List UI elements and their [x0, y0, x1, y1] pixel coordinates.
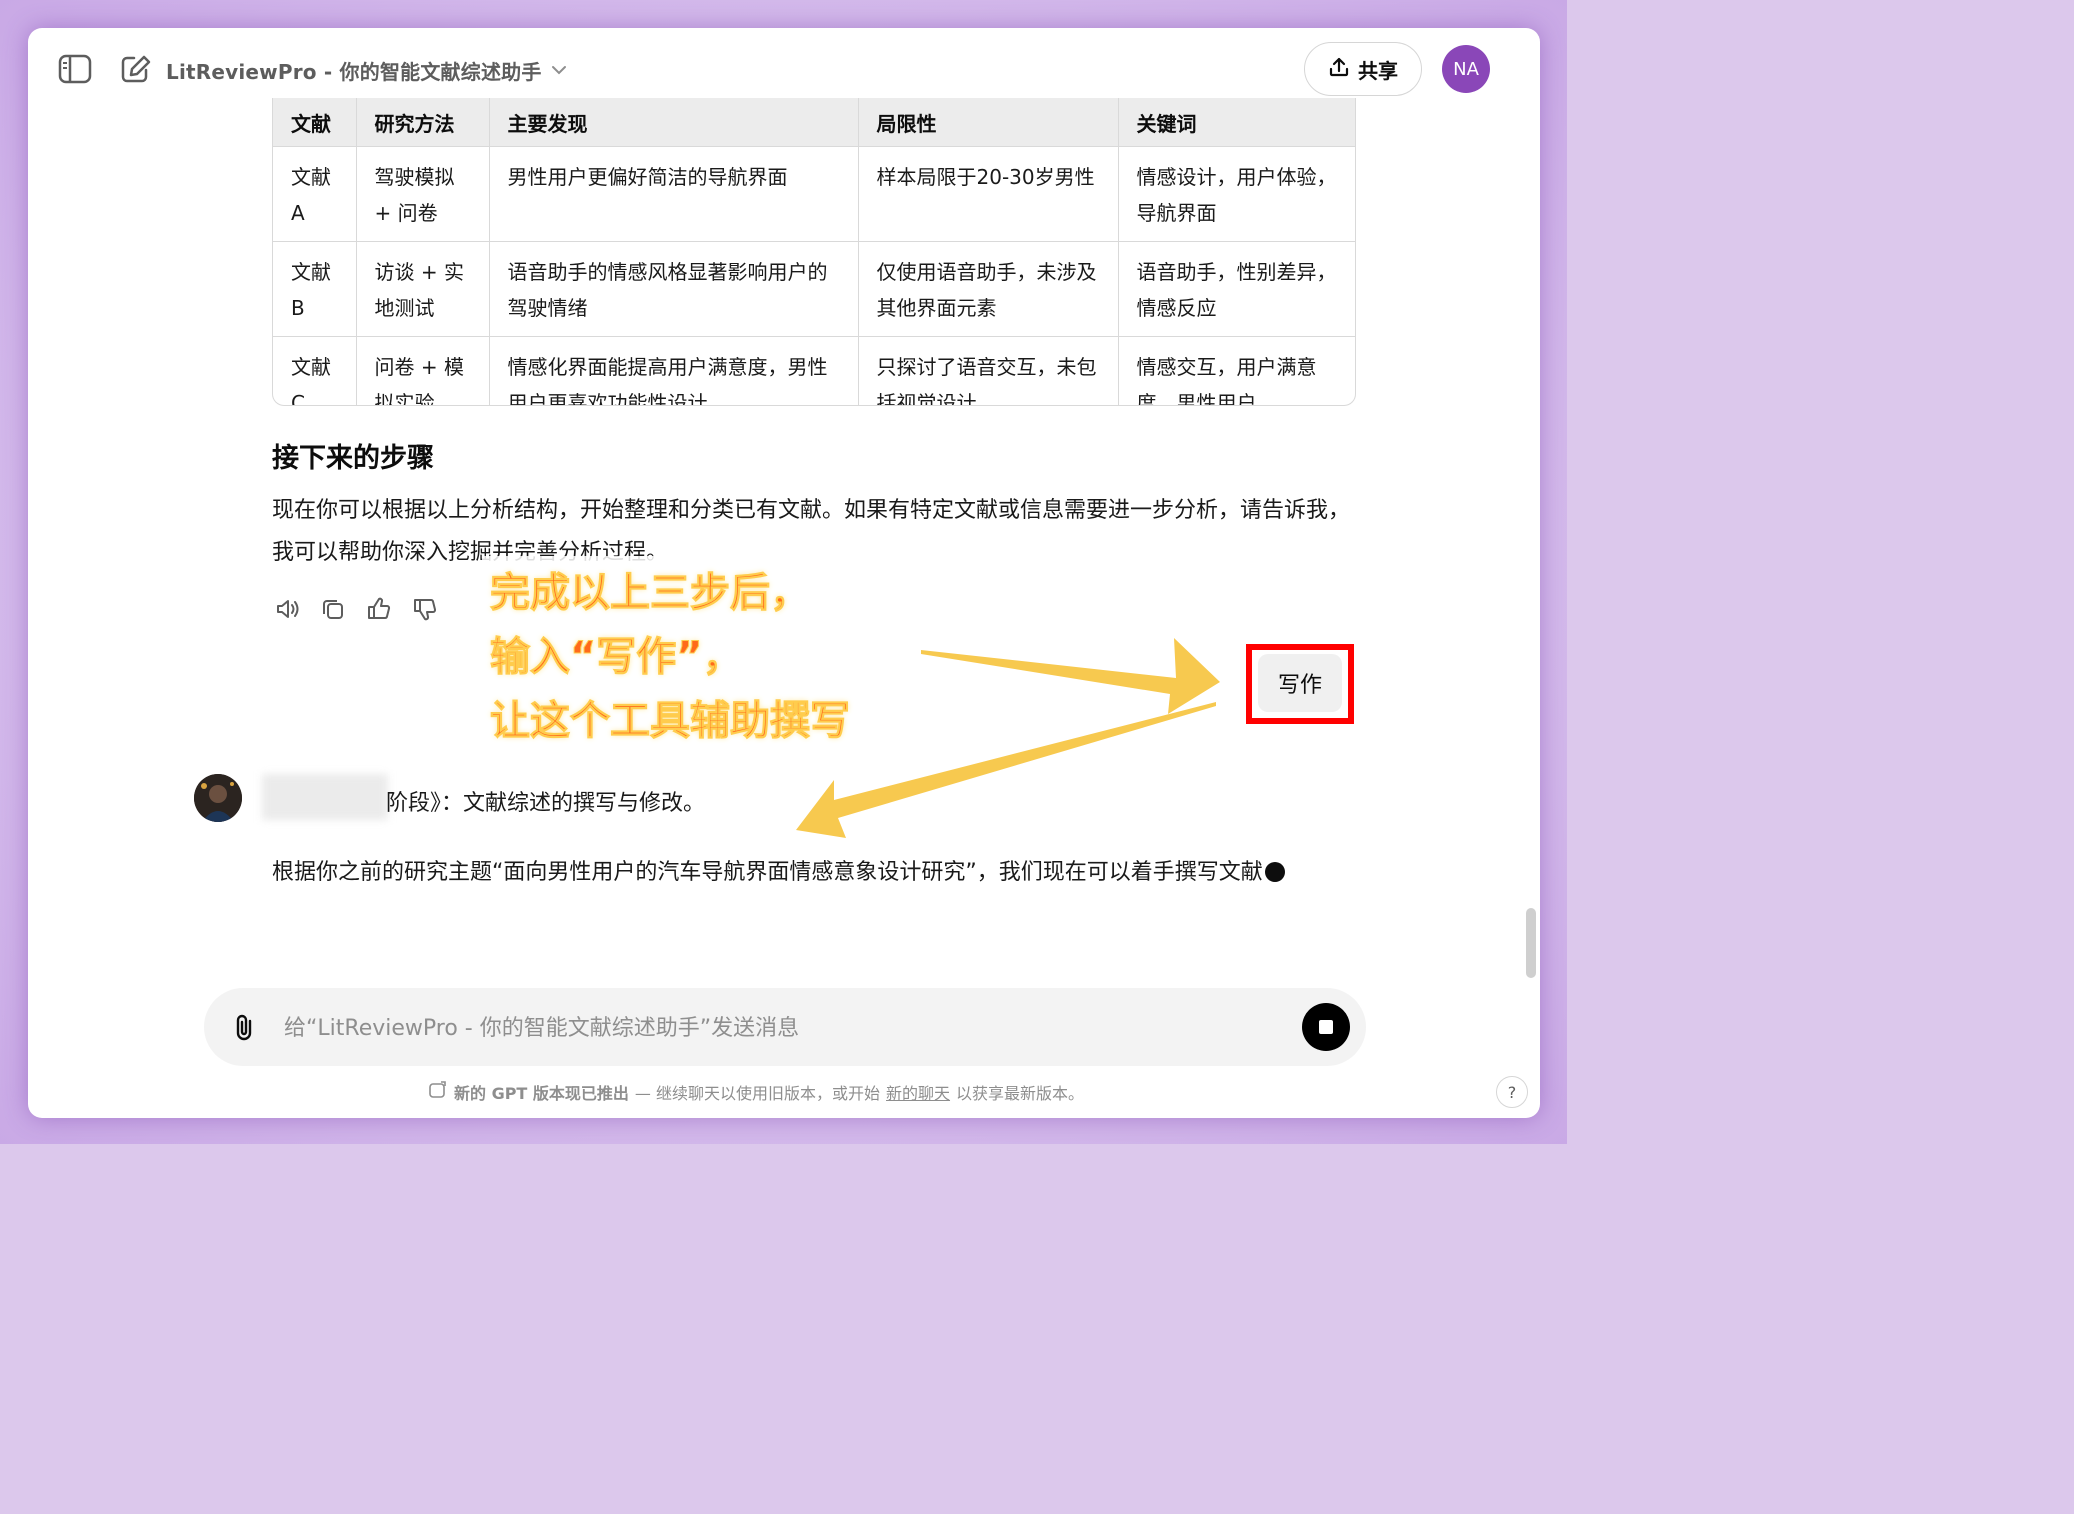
stop-generating-button[interactable]	[1302, 1003, 1350, 1051]
arrow-right-icon	[921, 638, 1220, 714]
typing-indicator	[1264, 862, 1285, 882]
assistant-reply-text: 根据你之前的研究主题“面向男性用户的汽车导航界面情感意象设计研究”，我们现在可以…	[272, 860, 1263, 885]
user-message: 阶段》：文献综述的撰写与修改。	[386, 791, 706, 816]
paperclip-icon[interactable]	[232, 1013, 258, 1047]
notice-text: — 继续聊天以使用旧版本，或开始	[634, 1084, 881, 1103]
chat-window: LitReviewPro - 你的智能文献综述助手 共享 NA 文献 研究方法 …	[28, 28, 1540, 1118]
message-input[interactable]	[282, 1008, 1286, 1048]
arrow-down-left-icon	[796, 702, 1216, 838]
notice-bold: 新的 GPT 版本现已推出	[454, 1084, 629, 1103]
write-suggestion-button[interactable]: 写作	[1258, 654, 1342, 712]
redacted-text	[262, 774, 388, 820]
version-notice: 新的 GPT 版本现已推出 — 继续聊天以使用旧版本，或开始 新的聊天 以获享最新版…	[428, 1080, 1084, 1104]
notice-text-end: 以获享最新版本。	[956, 1084, 1085, 1103]
annotation-arrows	[796, 638, 1220, 838]
new-chat-link[interactable]: 新的聊天	[886, 1080, 950, 1104]
refresh-gpt-icon	[428, 1080, 448, 1104]
help-button[interactable]: ?	[1496, 1076, 1528, 1108]
assistant-reply: 根据你之前的研究主题“面向男性用户的汽车导航界面情感意象设计研究”，我们现在可以…	[272, 852, 1352, 894]
stop-icon	[1319, 1020, 1333, 1034]
scrollbar[interactable]	[1526, 908, 1536, 978]
message-composer	[204, 988, 1366, 1066]
user-avatar	[194, 774, 242, 822]
